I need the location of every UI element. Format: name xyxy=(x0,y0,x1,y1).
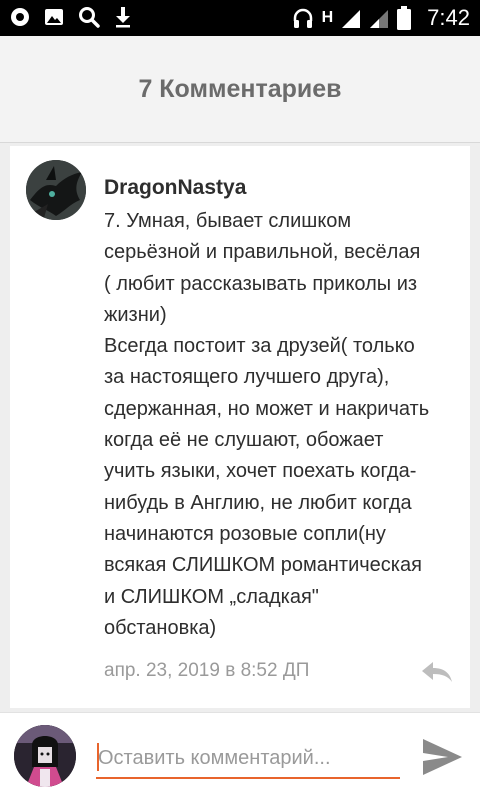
comment-text-line: обстановка) xyxy=(104,616,217,639)
comment-text-line: серьёзной и правильной, весёлая xyxy=(104,241,421,264)
status-bar: H 7:42 xyxy=(0,0,480,36)
comment-text-line: ( любит рассказывать приколы из xyxy=(104,272,418,295)
comment-text-line: когда её не слушают, обожает xyxy=(104,429,384,452)
comment-text: 7. Умная, бывает слишком серьёзной и прав… xyxy=(104,206,464,644)
comment-timestamp: апр. 23, 2019 в 8:52 ДП xyxy=(104,660,310,681)
author-avatar[interactable] xyxy=(26,160,86,220)
comment-composer xyxy=(0,712,480,801)
text-cursor xyxy=(97,743,99,771)
battery-icon xyxy=(397,6,412,30)
user-avatar xyxy=(14,725,76,787)
comment-text-line: нибудь в Англию, не любит когда xyxy=(104,491,412,514)
signal-icon xyxy=(342,10,361,28)
download-icon xyxy=(116,7,130,28)
comment-card: DragonNastya 7. Умная, бывает слишком сер… xyxy=(10,146,470,708)
image-icon xyxy=(45,9,63,25)
search-icon xyxy=(79,7,100,28)
comment-text-line: учить языки, хочет поехать когда- xyxy=(104,460,417,483)
comment-text-line: за настоящего лучшего друга), xyxy=(104,366,390,389)
network-type: H xyxy=(321,9,334,26)
comment-text-line: жизни) xyxy=(104,303,167,326)
headphones-icon xyxy=(293,8,312,28)
comment-text-line: и СЛИШКОМ „сладкая" xyxy=(104,585,319,608)
record-icon xyxy=(11,8,29,26)
send-button[interactable] xyxy=(420,735,464,779)
signal-icon xyxy=(370,10,389,28)
reply-icon[interactable] xyxy=(420,660,454,684)
comment-text-line: сдержанная, но может и накричать xyxy=(104,397,430,420)
comment-text-line: всякая СЛИШКОМ романтическая xyxy=(104,554,422,577)
comment-text-line: начинаются розовые сопли(ну xyxy=(104,522,386,545)
clock: 7:42 xyxy=(427,5,470,30)
page-title: 7 Комментариев xyxy=(138,74,342,103)
comment-text-line: 7. Умная, бывает слишком xyxy=(104,210,352,232)
comments-header: 7 Комментариев xyxy=(0,36,480,143)
comment-text-line: Всегда постоит за друзей( только xyxy=(104,335,415,358)
comment-author[interactable]: DragonNastya xyxy=(104,176,246,200)
comment-input[interactable] xyxy=(96,739,400,779)
